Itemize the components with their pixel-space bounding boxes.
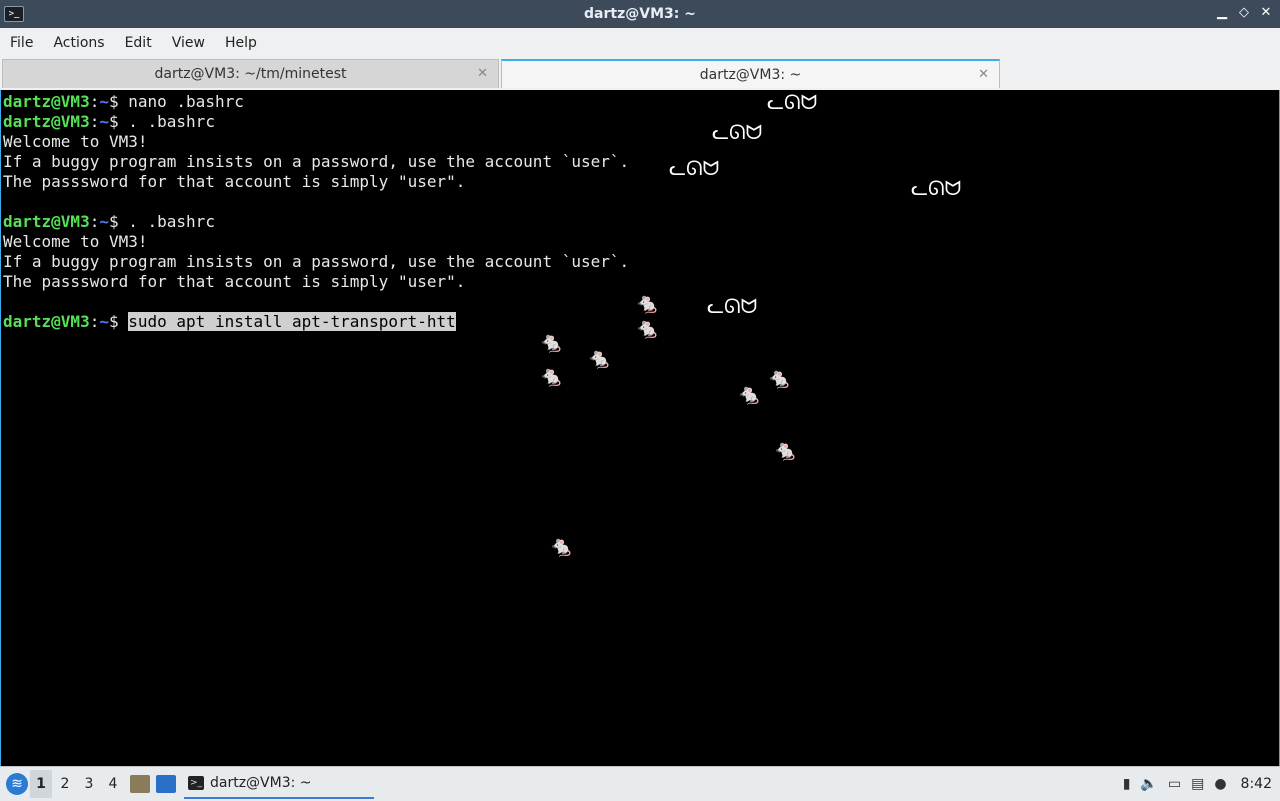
prompt-path: ~	[99, 312, 109, 331]
prompt-path: ~	[99, 92, 109, 111]
tab-label: dartz@VM3: ~/tm/minetest	[154, 66, 347, 82]
window-controls: ▁ ◇ ✕	[1214, 4, 1274, 22]
workspace-2[interactable]: 2	[54, 770, 76, 798]
maximize-button[interactable]: ◇	[1236, 4, 1252, 22]
prompt-separator: :	[89, 112, 100, 131]
tab-minetest[interactable]: dartz@VM3: ~/tm/minetest ✕	[2, 59, 499, 88]
menu-help[interactable]: Help	[215, 35, 267, 51]
prompt-user: dartz@VM3	[3, 92, 90, 111]
mouse-sprite-icon: 🐁	[737, 382, 762, 406]
mouse-sprite-icon: 🐁	[773, 438, 798, 462]
terminal-prompt-line: dartz@VM3:~$ . .bashrc	[3, 212, 629, 232]
system-tray: ▮ 🔈 ▭ ▤ ● 8:42	[1123, 767, 1272, 801]
mouse-sprite-icon: 🐁	[635, 291, 660, 315]
notification-icon[interactable]: ●	[1214, 776, 1226, 792]
workspace-3[interactable]: 3	[78, 770, 100, 798]
menu-view[interactable]: View	[162, 35, 215, 51]
mouse-sprite-icon: 🐁	[539, 364, 564, 388]
terminal-area[interactable]: dartz@VM3:~$ nano .bashrc dartz@VM3:~$ . …	[0, 90, 1280, 766]
terminal-command: sudo apt install apt-transport-htt	[128, 312, 456, 331]
close-button[interactable]: ✕	[1258, 4, 1274, 22]
tab-home[interactable]: dartz@VM3: ~ ✕	[501, 59, 1000, 88]
prompt-path: ~	[99, 112, 109, 131]
file-manager-icon[interactable]	[130, 775, 150, 793]
task-label: dartz@VM3: ~	[210, 775, 312, 791]
terminal-output-line: Welcome to VM3!	[3, 232, 148, 251]
mouse-sprite-icon: 🐁	[549, 534, 574, 558]
mouse-sprite-icon: 🐁	[635, 316, 660, 340]
prompt-user: dartz@VM3	[3, 112, 90, 131]
prompt-path: ~	[99, 212, 109, 231]
terminal-output-line: The passsword for that account is simply…	[3, 172, 466, 191]
prompt-sign: $	[108, 312, 129, 331]
tab-close-icon[interactable]: ✕	[978, 67, 989, 82]
menu-file[interactable]: File	[0, 35, 43, 51]
prompt-sign: $	[108, 112, 129, 131]
prompt-separator: :	[89, 212, 100, 231]
battery-icon[interactable]: ▮	[1123, 776, 1131, 792]
prompt-separator: :	[89, 312, 100, 331]
workspace-4[interactable]: 4	[102, 770, 124, 798]
prompt-separator: :	[89, 92, 100, 111]
tab-label: dartz@VM3: ~	[699, 66, 802, 83]
menu-actions[interactable]: Actions	[43, 35, 114, 51]
tab-bar: dartz@VM3: ~/tm/minetest ✕ dartz@VM3: ~ …	[0, 57, 1280, 91]
minimize-button[interactable]: ▁	[1214, 4, 1230, 22]
tab-close-icon[interactable]: ✕	[477, 66, 488, 81]
taskbar: ≋ 1 2 3 4 >_ dartz@VM3: ~ ▮ 🔈 ▭ ▤ ● 8:42	[0, 766, 1280, 801]
menu-bar: File Actions Edit View Help	[0, 28, 1280, 58]
mouse-sprite-icon: 🐁	[767, 366, 792, 390]
terminal-output: dartz@VM3:~$ nano .bashrc dartz@VM3:~$ . …	[3, 92, 629, 332]
cat-sprite-icon: ᓚᘏᗢ	[707, 294, 758, 318]
taskbar-terminal-entry[interactable]: >_ dartz@VM3: ~	[184, 769, 374, 799]
mouse-sprite-icon: 🐁	[587, 346, 612, 370]
clock[interactable]: 8:42	[1241, 776, 1272, 792]
prompt-user: dartz@VM3	[3, 312, 90, 331]
terminal-output-line: Welcome to VM3!	[3, 132, 148, 151]
network-icon[interactable]: ▭	[1168, 776, 1181, 792]
clipboard-icon[interactable]: ▤	[1191, 776, 1204, 792]
terminal-prompt-line: dartz@VM3:~$ . .bashrc	[3, 112, 629, 132]
cat-sprite-icon: ᓚᘏᗢ	[911, 176, 962, 200]
terminal-icon: >_	[188, 776, 204, 790]
window-title: dartz@VM3: ~	[584, 6, 696, 22]
volume-icon[interactable]: 🔈	[1140, 776, 1157, 792]
workspace-1[interactable]: 1	[30, 770, 52, 798]
desktop-icon[interactable]	[156, 775, 176, 793]
prompt-user: dartz@VM3	[3, 212, 90, 231]
terminal-app-icon[interactable]: >_	[4, 6, 24, 22]
terminal-command: . .bashrc	[128, 212, 215, 231]
menu-icon[interactable]: ≋	[6, 773, 28, 795]
prompt-sign: $	[108, 92, 129, 111]
window-titlebar: >_ dartz@VM3: ~ ▁ ◇ ✕	[0, 0, 1280, 28]
cat-sprite-icon: ᓚᘏᗢ	[669, 156, 720, 180]
terminal-output-line: If a buggy program insists on a password…	[3, 152, 630, 171]
terminal-prompt-line: dartz@VM3:~$ sudo apt install apt-transp…	[3, 312, 629, 332]
cat-sprite-icon: ᓚᘏᗢ	[712, 120, 763, 144]
terminal-output-line: The passsword for that account is simply…	[3, 272, 466, 291]
terminal-command: nano .bashrc	[128, 92, 244, 111]
mouse-sprite-icon: 🐁	[539, 330, 564, 354]
menu-edit[interactable]: Edit	[115, 35, 162, 51]
cat-sprite-icon: ᓚᘏᗢ	[767, 90, 818, 114]
terminal-prompt-line: dartz@VM3:~$ nano .bashrc	[3, 92, 629, 112]
terminal-command: . .bashrc	[128, 112, 215, 131]
terminal-output-line: If a buggy program insists on a password…	[3, 252, 630, 271]
prompt-sign: $	[108, 212, 129, 231]
